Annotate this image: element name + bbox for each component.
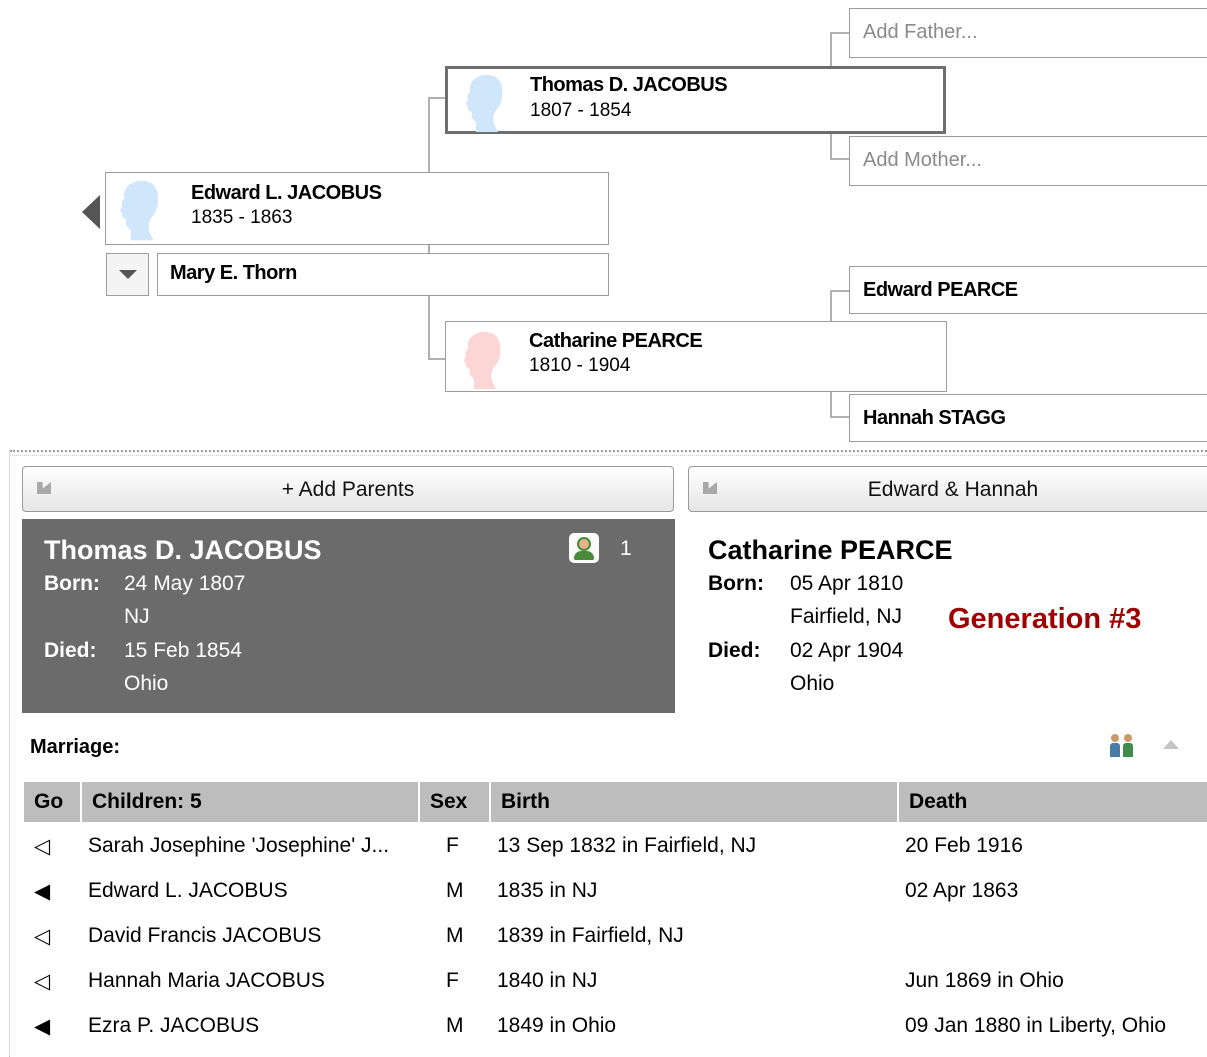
splitter-handle[interactable] <box>10 450 1207 456</box>
add-father-label: Add Father... <box>863 21 978 43</box>
child-birth: 1835 in NJ <box>497 879 598 902</box>
connector <box>830 290 850 292</box>
born-date: 24 May 1807 <box>124 572 246 595</box>
add-parents-button[interactable]: + Add Parents <box>22 466 674 512</box>
table-row[interactable]: ◀ Edward L. JACOBUS M 1835 in NJ 02 Apr … <box>24 869 1207 914</box>
child-name: David Francis JACOBUS <box>88 924 322 947</box>
born-label: Born: <box>708 572 764 595</box>
go-arrow-icon[interactable]: ◁ <box>34 969 50 994</box>
table-row[interactable]: ◁ Hannah Maria JACOBUS F 1840 in NJ Jun … <box>24 959 1207 1004</box>
child-birth: 1839 in Fairfield, NJ <box>497 924 684 947</box>
maternal-grandfather-name: Edward PEARCE <box>863 279 1018 301</box>
died-label: Died: <box>708 639 761 662</box>
child-death: 02 Apr 1863 <box>905 879 1019 902</box>
table-row[interactable]: ◁ Sarah Josephine 'Josephine' J... F 13 … <box>24 824 1207 869</box>
generation-annotation: Generation #3 <box>948 603 1142 635</box>
child-sex: M <box>446 924 464 947</box>
child-name: Hannah Maria JACOBUS <box>88 969 325 992</box>
mother-name: Catharine PEARCE <box>529 330 703 352</box>
died-date: 15 Feb 1854 <box>124 639 242 662</box>
collapse-up-icon[interactable] <box>1163 740 1179 749</box>
born-date: 05 Apr 1810 <box>790 572 904 595</box>
connector <box>830 32 850 34</box>
died-place: Ohio <box>790 672 835 695</box>
maternal-grandmother-name: Hannah STAGG <box>863 407 1006 429</box>
child-name: Ezra P. JACOBUS <box>88 1014 260 1037</box>
child-death: Jun 1869 in Ohio <box>905 969 1064 992</box>
column-header-go[interactable]: Go <box>24 782 82 822</box>
spouse-person-panel[interactable]: Catharine PEARCE Born: 05 Apr 1810 Fairf… <box>688 519 1207 713</box>
go-arrow-icon[interactable]: ◀ <box>34 1014 50 1039</box>
media-icon[interactable] <box>569 533 599 563</box>
maternal-grandfather-card[interactable]: Edward PEARCE <box>849 266 1207 314</box>
spouse-name: Mary E. Thorn <box>170 262 297 284</box>
root-person-name: Edward L. JACOBUS <box>191 182 382 204</box>
father-card[interactable]: Thomas D. JACOBUS 1807 - 1854 <box>445 66 946 134</box>
navigate-back-arrow-icon[interactable] <box>82 195 100 229</box>
chevron-down-icon <box>119 270 137 279</box>
mother-dates: 1810 - 1904 <box>529 355 631 376</box>
table-row[interactable]: ◁ David Francis JACOBUS M 1839 in Fairfi… <box>24 914 1207 959</box>
born-label: Born: <box>44 572 100 595</box>
column-header-death[interactable]: Death <box>899 782 1207 822</box>
column-header-sex[interactable]: Sex <box>420 782 491 822</box>
child-death: 09 Jan 1880 in Liberty, Ohio <box>905 1014 1167 1037</box>
add-father-box[interactable]: Add Father... <box>849 8 1207 58</box>
mother-card[interactable]: Catharine PEARCE 1810 - 1904 <box>445 321 947 392</box>
add-mother-box[interactable]: Add Mother... <box>849 136 1207 186</box>
left-edge-border <box>9 450 11 1057</box>
root-person-card[interactable]: Edward L. JACOBUS 1835 - 1863 <box>105 172 609 245</box>
child-sex: F <box>446 969 459 992</box>
died-date: 02 Apr 1904 <box>790 639 904 662</box>
panel-person-name: Catharine PEARCE <box>708 535 953 565</box>
child-name: Edward L. JACOBUS <box>88 879 288 902</box>
parents-right-label: Edward & Hannah <box>867 478 1039 501</box>
selected-person-panel[interactable]: Thomas D. JACOBUS 1 Born: 24 May 1807 NJ… <box>22 519 675 713</box>
go-arrow-icon[interactable]: ◁ <box>34 834 50 859</box>
connector <box>428 97 446 99</box>
child-sex: F <box>446 834 459 857</box>
female-silhouette-icon <box>464 331 501 389</box>
maternal-grandmother-card[interactable]: Hannah STAGG <box>849 394 1207 442</box>
child-death: 20 Feb 1916 <box>905 834 1023 857</box>
died-label: Died: <box>44 639 97 662</box>
spouse-card[interactable]: Mary E. Thorn <box>157 253 609 296</box>
connector <box>830 158 850 160</box>
male-silhouette-icon <box>120 180 159 241</box>
add-mother-label: Add Mother... <box>863 149 982 171</box>
died-place: Ohio <box>124 672 169 695</box>
go-arrow-icon[interactable]: ◁ <box>34 924 50 949</box>
marriage-label: Marriage: <box>30 736 121 758</box>
column-header-birth[interactable]: Birth <box>491 782 899 822</box>
parents-right-button[interactable]: Edward & Hannah <box>688 466 1207 512</box>
father-name: Thomas D. JACOBUS <box>530 74 728 96</box>
add-parents-label: + Add Parents <box>281 478 415 501</box>
male-silhouette-icon <box>466 74 503 132</box>
child-birth: 13 Sep 1832 in Fairfield, NJ <box>497 834 757 857</box>
root-person-dates: 1835 - 1863 <box>191 207 293 228</box>
child-sex: M <box>446 1014 464 1037</box>
connector <box>830 416 850 418</box>
child-birth: 1849 in Ohio <box>497 1014 617 1037</box>
family-couple-icon[interactable] <box>1108 733 1138 759</box>
child-birth: 1840 in NJ <box>497 969 598 992</box>
panel-person-name: Thomas D. JACOBUS <box>44 535 322 565</box>
column-header-children[interactable]: Children: 5 <box>82 782 420 822</box>
connector <box>428 358 446 360</box>
born-place: Fairfield, NJ <box>790 605 903 628</box>
spouse-dropdown-button[interactable] <box>106 253 149 296</box>
table-row[interactable]: ◀ Ezra P. JACOBUS M 1849 in Ohio 09 Jan … <box>24 1004 1207 1049</box>
go-arrow-icon[interactable]: ◀ <box>34 879 50 904</box>
father-dates: 1807 - 1854 <box>530 100 632 121</box>
born-place: NJ <box>124 605 150 628</box>
child-sex: M <box>446 879 464 902</box>
child-name: Sarah Josephine 'Josephine' J... <box>88 834 390 857</box>
media-count: 1 <box>620 537 632 560</box>
